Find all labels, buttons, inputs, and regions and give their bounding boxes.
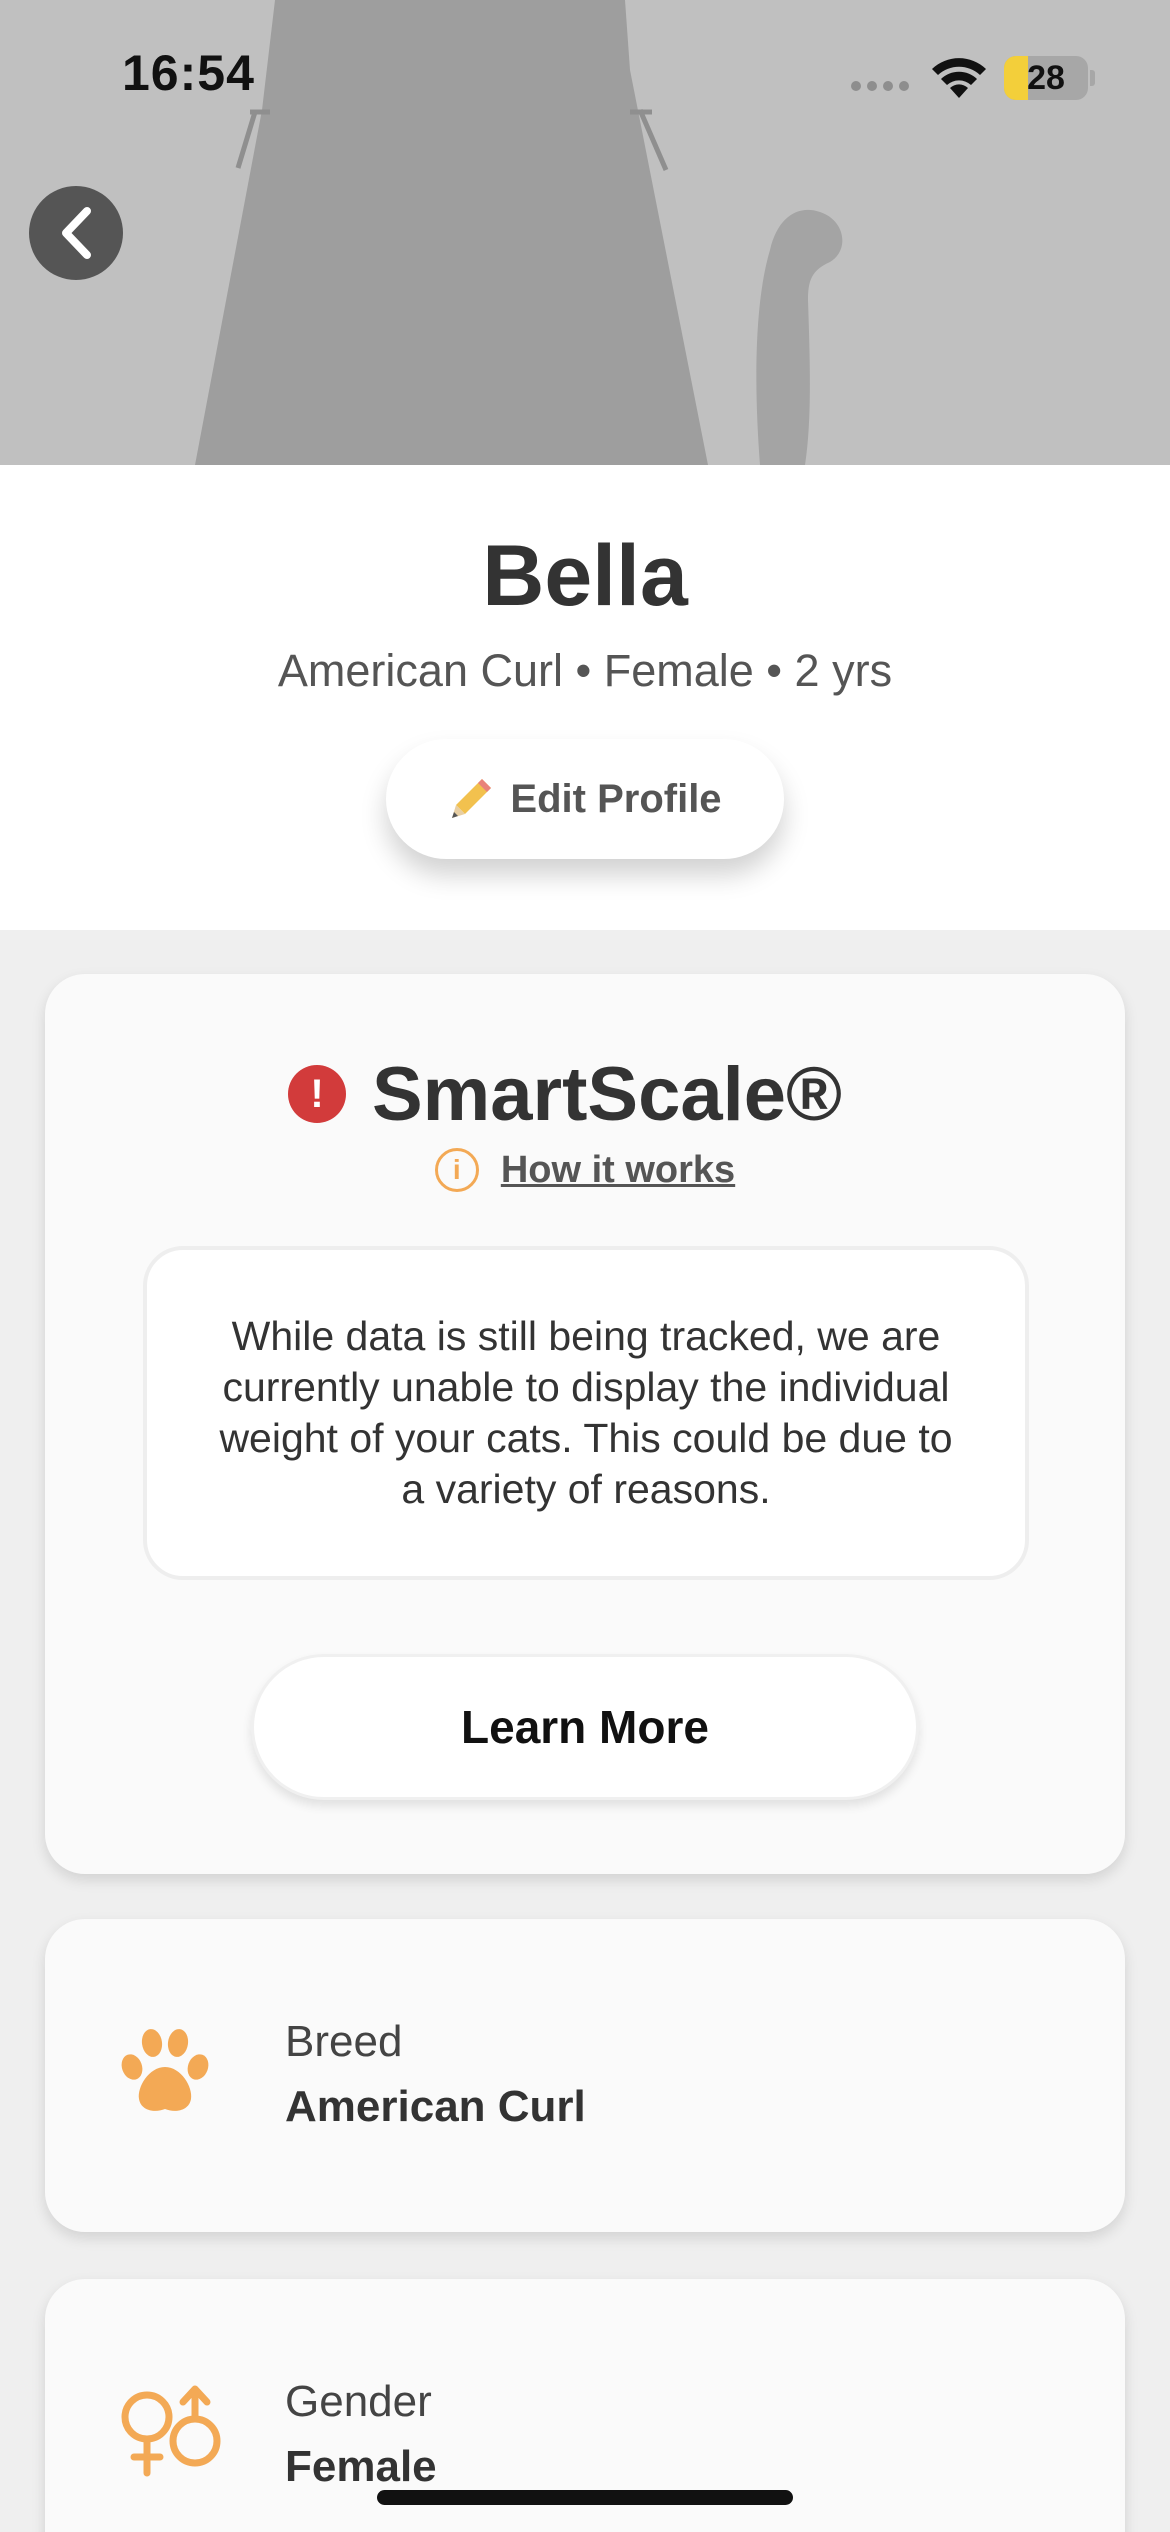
info-icon: i [434,1148,479,1192]
gender-label: Gender [285,2377,432,2426]
wifi-icon [932,58,986,98]
how-it-works-link[interactable]: i How it works [45,1140,1125,1200]
status-time: 16:54 [122,45,255,101]
paw-icon [121,2029,209,2111]
cat-name: Bella [482,528,688,624]
battery-icon: 28 [1004,56,1088,100]
edit-profile-label: Edit Profile [510,776,722,821]
status-bar: 16:54 28 [0,0,1170,150]
pencil-icon [452,779,492,818]
smartscale-card: ! SmartScale® i How it works While data … [45,974,1125,1874]
profile-header: Bella American Curl • Female • 2 yrs Edi… [0,465,1170,930]
back-button[interactable] [29,186,123,280]
battery-nub [1090,70,1095,86]
breed-label: Breed [285,2017,403,2066]
alert-circle-icon: ! [287,1065,346,1123]
home-indicator [377,2490,793,2505]
cellular-signal-icon [851,81,909,91]
cat-summary: American Curl • Female • 2 yrs [277,645,893,696]
breed-card: Breed American Curl [45,1919,1125,2232]
edit-profile-button[interactable]: Edit Profile [386,739,784,859]
gender-value: Female [285,2442,437,2491]
how-it-works-label: How it works [500,1148,736,1191]
chevron-left-icon [62,207,91,259]
smartscale-message-box: While data is still being tracked, we ar… [143,1246,1029,1580]
battery-percent: 28 [1027,58,1065,97]
smartscale-title: SmartScale® [371,1051,843,1137]
smartscale-title-row: ! SmartScale® [45,1044,1125,1144]
learn-more-label: Learn More [461,1701,709,1753]
breed-value: American Curl [285,2082,586,2131]
smartscale-message: While data is still being tracked, we ar… [219,1313,953,1512]
gender-icon [121,2385,221,2477]
learn-more-button[interactable]: Learn More [251,1654,919,1800]
